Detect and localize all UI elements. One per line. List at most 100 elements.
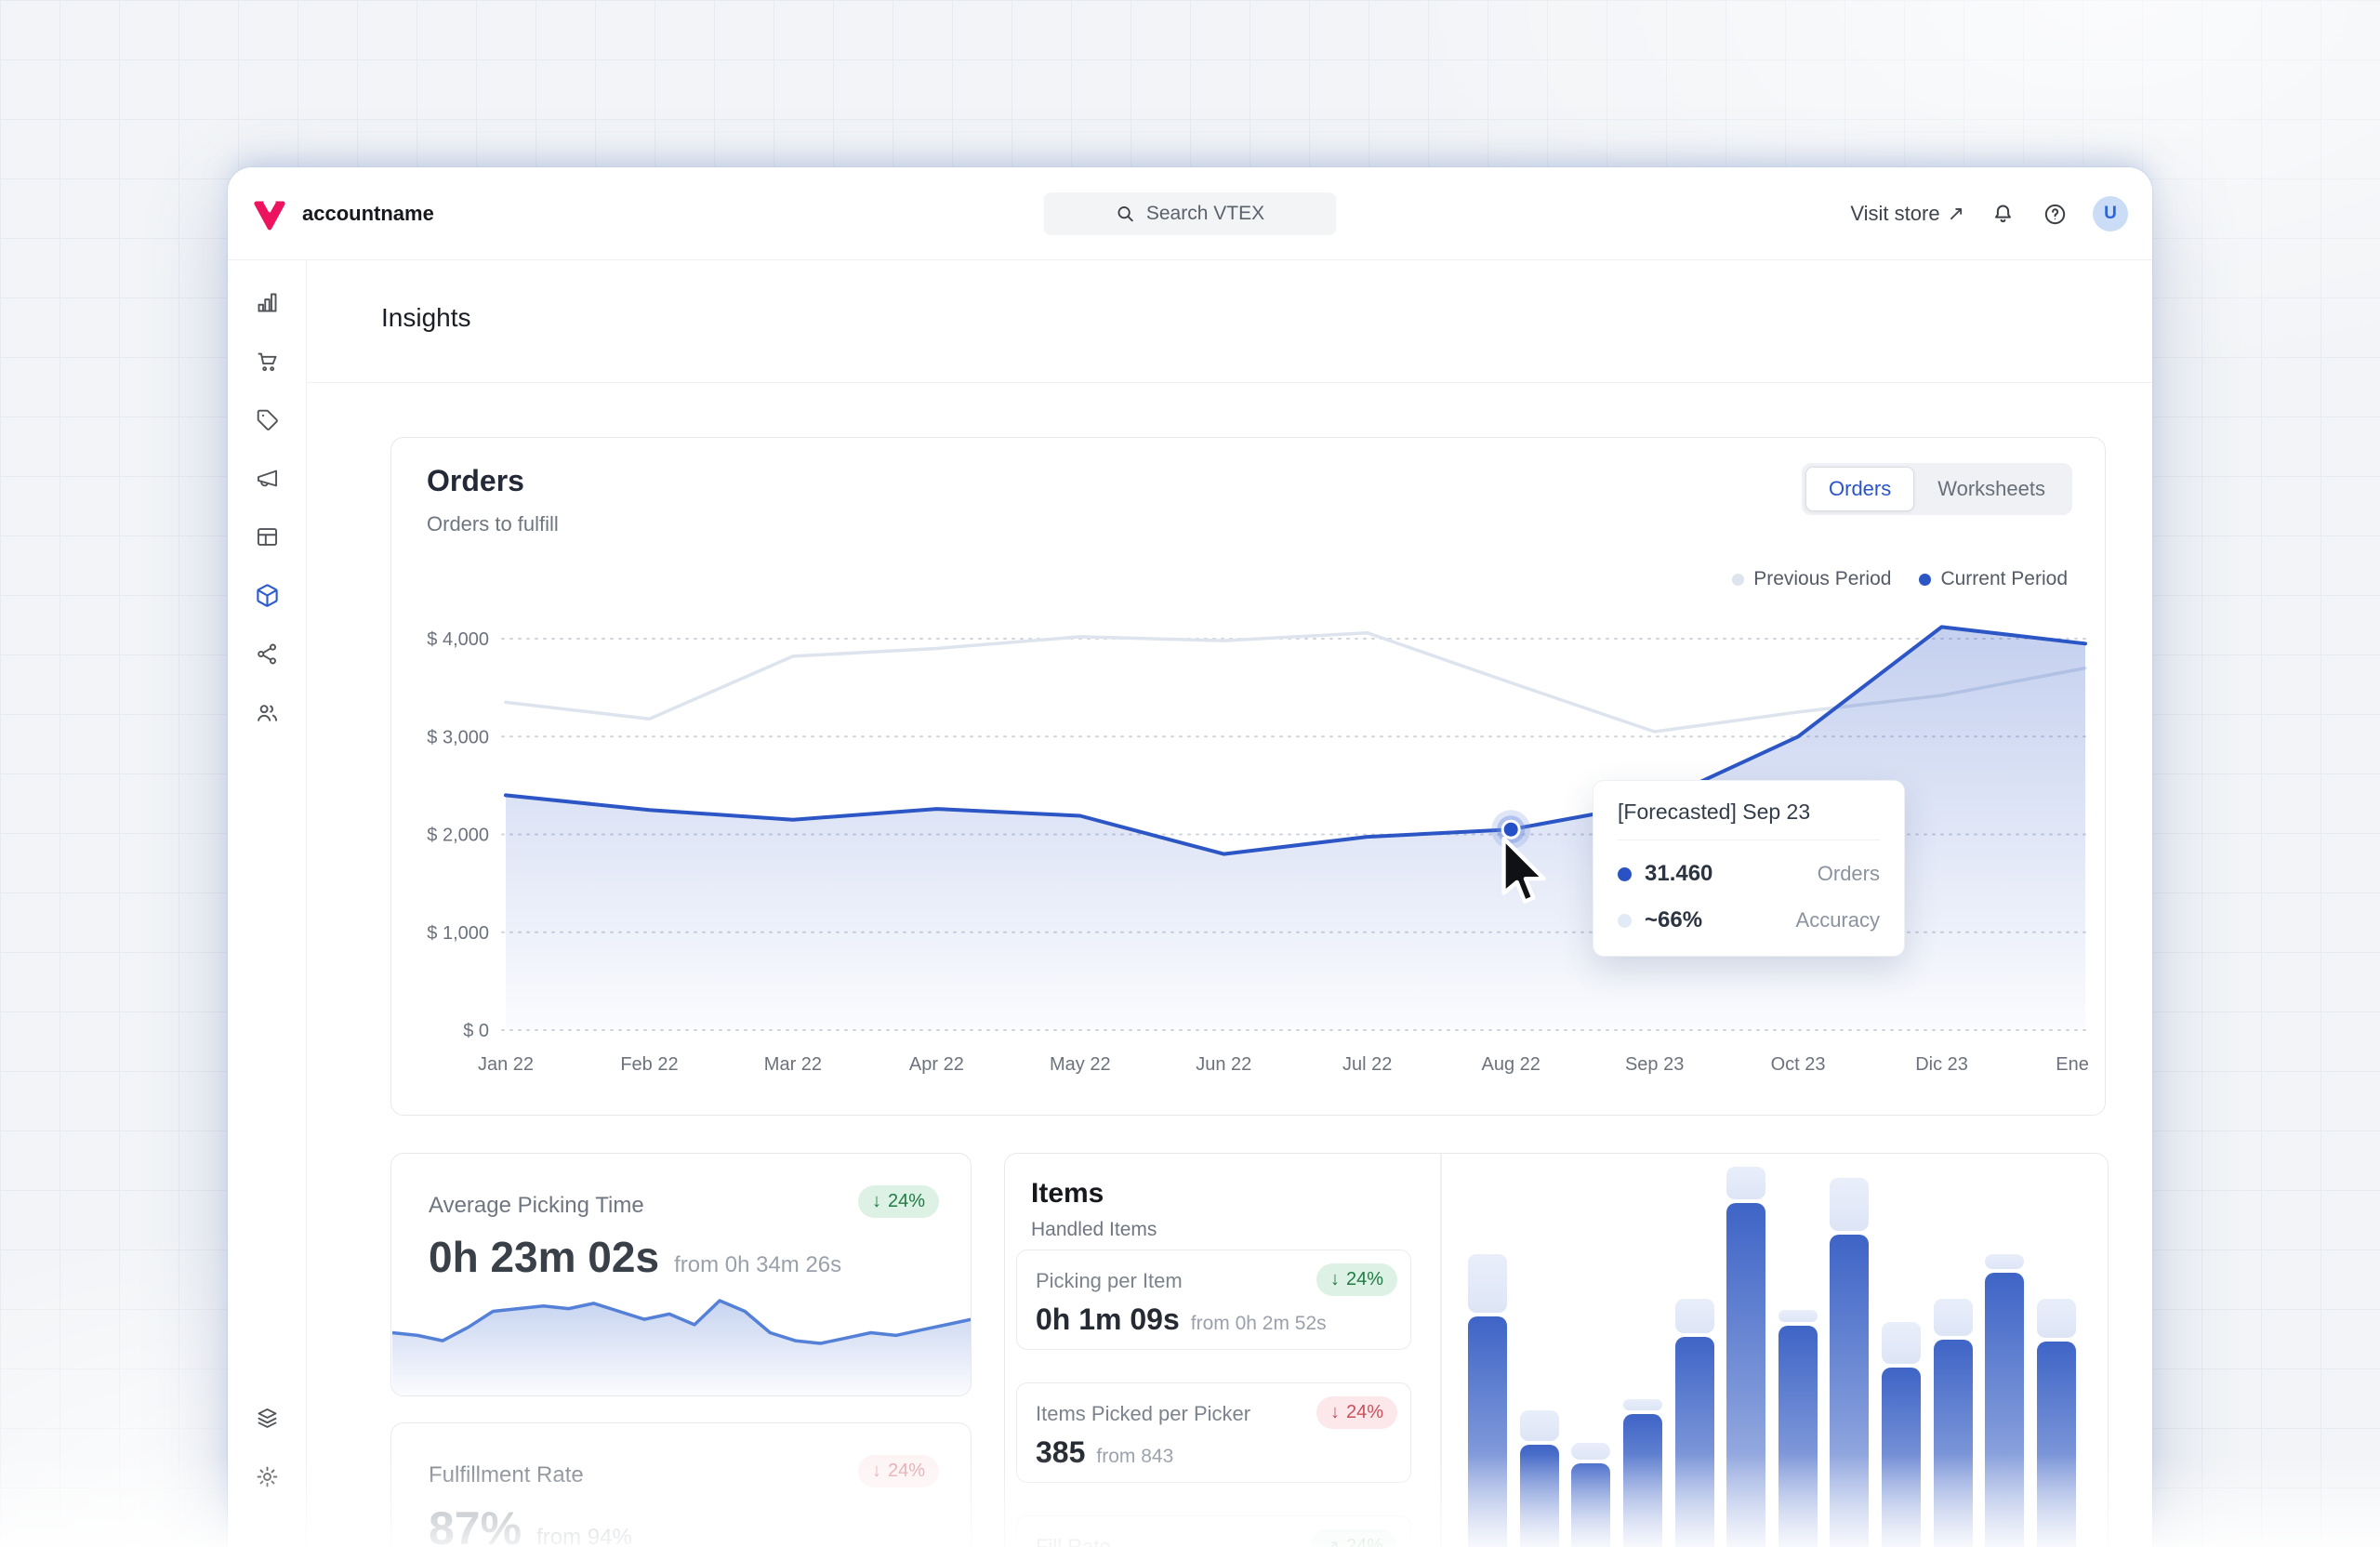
metric-value: 0h 1m 09s — [1036, 1302, 1180, 1337]
bar-item — [1830, 1154, 1869, 1547]
arrow-down-icon: ↓ — [872, 1461, 881, 1482]
toggle-worksheets[interactable]: Worksheets — [1914, 467, 2069, 511]
visit-store-link[interactable]: Visit store ↗ — [1850, 202, 1964, 226]
desktop-background: accountname Search VTEX Visit store ↗ — [0, 0, 2380, 1547]
page-header: Insights — [307, 260, 2152, 383]
bar-item — [1623, 1154, 1662, 1547]
bar-item — [1726, 1154, 1765, 1547]
picking-sparkline — [392, 1291, 972, 1395]
layout-icon — [255, 524, 280, 549]
topbar: accountname Search VTEX Visit store ↗ — [228, 167, 2152, 260]
search-icon — [1116, 204, 1136, 224]
svg-text:$ 0: $ 0 — [463, 1021, 489, 1041]
items-bar-chart[interactable] — [1451, 1154, 2109, 1547]
page-title: Insights — [381, 303, 471, 333]
svg-text:Sep 23: Sep 23 — [1625, 1054, 1684, 1075]
items-subtitle: Handled Items — [1031, 1219, 1157, 1241]
vtex-logo[interactable] — [252, 196, 287, 231]
svg-text:Jan 22: Jan 22 — [478, 1054, 534, 1075]
sidebar-item-marketing[interactable] — [245, 456, 289, 500]
sidebar-item-promotions[interactable] — [245, 397, 289, 442]
trend-badge: ↓ 24% — [1316, 1263, 1397, 1296]
bar-item — [1571, 1154, 1610, 1547]
svg-text:$ 1,000: $ 1,000 — [427, 923, 489, 944]
help-button[interactable] — [2041, 200, 2069, 228]
chart-legend: Previous Period Current Period — [1732, 568, 2068, 590]
svg-text:Jun 22: Jun 22 — [1196, 1054, 1251, 1075]
svg-text:Apr 22: Apr 22 — [909, 1054, 964, 1075]
sidebar-item-analytics[interactable] — [245, 280, 289, 324]
orders-card: Orders Orders to fulfill Orders Workshee… — [390, 437, 2106, 1116]
sidebar-item-apps[interactable] — [245, 1395, 289, 1440]
bar-item — [1934, 1154, 1973, 1547]
toggle-orders[interactable]: Orders — [1805, 467, 1914, 511]
app-window: accountname Search VTEX Visit store ↗ — [228, 167, 2152, 1547]
legend-current-dot — [1919, 574, 1931, 586]
bar-item — [1985, 1154, 2024, 1547]
bar-item — [1778, 1154, 1818, 1547]
sidebar-item-integrations[interactable] — [245, 631, 289, 676]
megaphone-icon — [255, 466, 280, 491]
svg-text:Mar 22: Mar 22 — [764, 1054, 822, 1075]
svg-text:$ 4,000: $ 4,000 — [427, 629, 489, 650]
tooltip-title: [Forecasted] Sep 23 — [1618, 800, 1880, 840]
sidebar-item-shipping[interactable] — [245, 573, 289, 617]
trend-badge: ↓ 24% — [1316, 1396, 1397, 1429]
legend-current-period[interactable]: Current Period — [1919, 568, 2068, 590]
orders-title: Orders — [427, 464, 524, 498]
tag-icon — [255, 407, 280, 432]
bar-item — [1468, 1154, 1507, 1547]
bar-item — [1520, 1154, 1559, 1547]
trend-badge: ↓ 24% — [858, 1185, 939, 1218]
sidebar-item-settings[interactable] — [245, 1454, 289, 1499]
metric-card-items-picked-per-picker: Items Picked per Picker ↓ 24% 385 from 8… — [1016, 1382, 1411, 1483]
kpi-value-row: 0h 23m 02s from 0h 34m 26s — [429, 1232, 841, 1282]
tooltip-row-orders: 31.460 Orders — [1618, 861, 1880, 887]
kpi-card-average-picking-time: Average Picking Time ↓ 24% 0h 23m 02s fr… — [390, 1153, 972, 1396]
kpi-title: Fulfillment Rate — [429, 1462, 584, 1488]
arrow-down-icon: ↓ — [1330, 1269, 1340, 1290]
svg-text:Jul 22: Jul 22 — [1342, 1054, 1392, 1075]
orders-subtitle: Orders to fulfill — [427, 512, 559, 536]
mouse-cursor — [1492, 836, 1550, 910]
kpi-value: 87% — [429, 1501, 522, 1547]
bar-item — [1882, 1154, 1921, 1547]
topbar-actions: Visit store ↗ U — [1850, 167, 2128, 260]
external-link-icon: ↗ — [1948, 202, 1964, 226]
bar-item — [2037, 1154, 2076, 1547]
search-placeholder: Search VTEX — [1146, 203, 1264, 225]
kpi-value: 0h 23m 02s — [429, 1232, 659, 1282]
metric-value: 385 — [1036, 1435, 1085, 1470]
kpi-card-fulfillment-rate: Fulfillment Rate ↓ 24% 87% from 94% — [390, 1422, 972, 1547]
vertical-divider — [1440, 1154, 1442, 1547]
arrow-down-icon: ↓ — [1330, 1402, 1340, 1423]
trend-badge: ↓ 24% — [858, 1455, 939, 1488]
legend-previous-period[interactable]: Previous Period — [1732, 568, 1891, 590]
svg-text:Aug 22: Aug 22 — [1481, 1054, 1540, 1075]
svg-text:$ 2,000: $ 2,000 — [427, 826, 489, 846]
bar-item — [1675, 1154, 1714, 1547]
question-icon — [2043, 202, 2068, 227]
svg-text:$ 3,000: $ 3,000 — [427, 727, 489, 747]
share-icon — [255, 641, 280, 667]
sidebar-item-users[interactable] — [245, 690, 289, 734]
bar-chart-icon — [255, 290, 280, 315]
layers-icon — [255, 1406, 280, 1431]
user-avatar[interactable]: U — [2093, 196, 2128, 231]
gear-icon — [255, 1464, 280, 1489]
kpi-baseline: from 0h 34m 26s — [674, 1252, 841, 1278]
tooltip-accuracy-dot — [1618, 914, 1632, 928]
trend-badge: ↗ 24% — [1310, 1529, 1397, 1547]
svg-text:Feb 22: Feb 22 — [620, 1054, 678, 1075]
sidebar-item-storefront[interactable] — [245, 514, 289, 559]
svg-text:Oct 23: Oct 23 — [1771, 1054, 1826, 1075]
bell-icon — [1990, 202, 2016, 227]
search-bar[interactable]: Search VTEX — [1044, 192, 1337, 235]
metric-baseline: from 843 — [1096, 1446, 1173, 1468]
cube-icon — [255, 583, 280, 608]
legend-previous-dot — [1732, 574, 1744, 586]
orders-worksheets-toggle: Orders Worksheets — [1802, 463, 2072, 515]
notifications-button[interactable] — [1989, 200, 2016, 228]
sidebar-item-orders[interactable] — [245, 338, 289, 383]
tooltip-orders-dot — [1618, 867, 1632, 881]
